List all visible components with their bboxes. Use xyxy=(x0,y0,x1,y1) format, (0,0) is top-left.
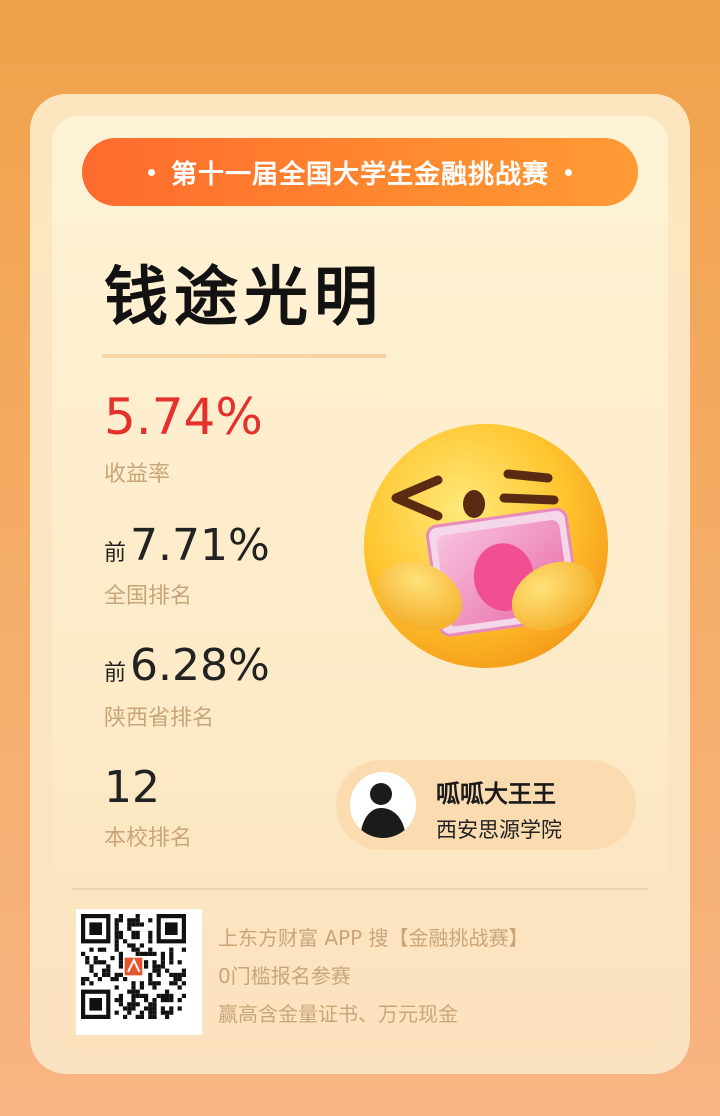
school-rank-label: 本校排名 xyxy=(104,826,193,851)
school-rank-value: 12 xyxy=(104,762,160,813)
return-rate-label: 收益率 xyxy=(104,462,171,487)
qr-code-icon xyxy=(76,909,202,1035)
province-rank-number: 6.28% xyxy=(130,640,270,691)
province-rank-prefix: 前 xyxy=(104,661,127,686)
banner-dot-right xyxy=(565,168,572,176)
national-rank-number: 7.71% xyxy=(130,520,270,571)
return-rate-value: 5.74% xyxy=(104,388,263,446)
banner-dot-left xyxy=(147,168,155,176)
divider xyxy=(72,888,648,890)
province-rank-value: 前6.28% xyxy=(104,640,270,691)
promo-line-reward: 赢高含金量证书、万元现金 xyxy=(218,1002,458,1026)
banner-text: 第十一届全国大学生金融挑战赛 xyxy=(170,159,549,190)
national-rank-prefix: 前 xyxy=(104,541,127,566)
avatar-silhouette-icon xyxy=(350,772,416,838)
money-hug-emoji-icon xyxy=(364,424,608,668)
qr-code-graphic xyxy=(81,914,186,1019)
avatar xyxy=(350,772,416,838)
promo-line-app: 上东方财富 APP 搜【金融挑战赛】 xyxy=(218,926,529,950)
poster-title: 钱途光明 xyxy=(104,261,384,335)
promo-line-signup: 0门槛报名参赛 xyxy=(218,964,351,988)
user-name: 呱呱大王王 xyxy=(436,780,556,808)
province-rank-label: 陕西省排名 xyxy=(104,706,215,731)
title-underline xyxy=(102,354,386,358)
user-school: 西安思源学院 xyxy=(436,818,562,842)
competition-banner: 第十一届全国大学生金融挑战赛 xyxy=(82,138,638,206)
national-rank-label: 全国排名 xyxy=(104,584,193,609)
national-rank-value: 前7.71% xyxy=(104,520,270,571)
